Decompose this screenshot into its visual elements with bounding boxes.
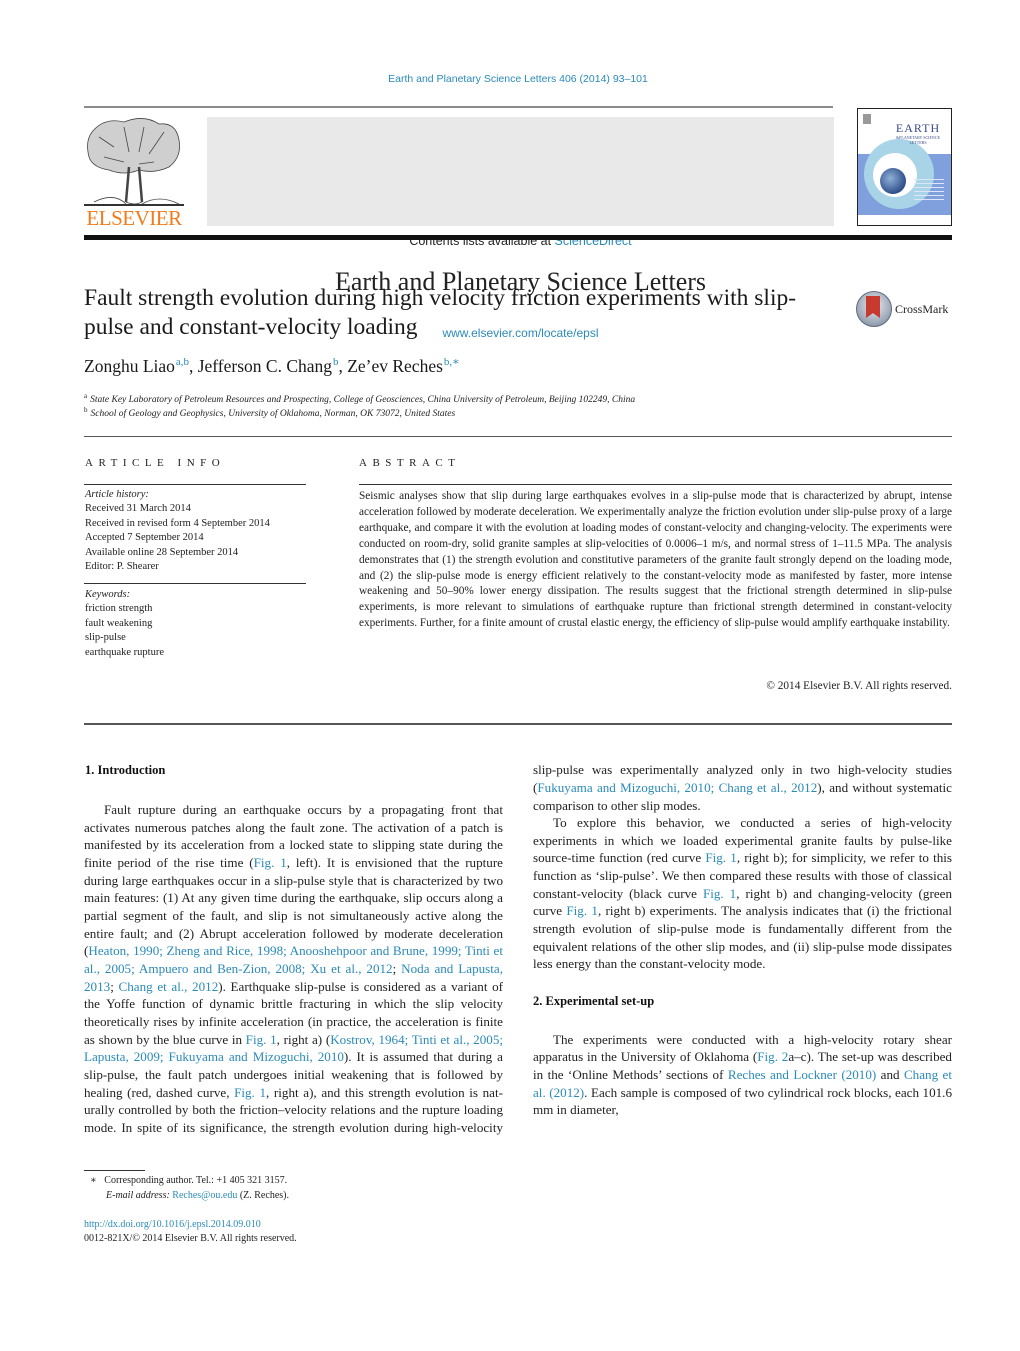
author-affil-sup[interactable]: b bbox=[333, 356, 339, 368]
keywords: Keywords: friction strength fault weaken… bbox=[85, 588, 164, 660]
article-info-rule bbox=[84, 484, 306, 485]
journal-header-box: Contents lists available at ScienceDirec… bbox=[207, 117, 834, 340]
section-heading-experimental-setup: 2. Experimental set-up bbox=[533, 993, 655, 1008]
intro-paragraph-2: To explore this behavior, we conducted a… bbox=[533, 814, 952, 973]
affiliation-rule bbox=[84, 436, 952, 437]
author-name[interactable]: Jefferson C. Chang bbox=[198, 356, 332, 376]
history-item: Editor: P. Shearer bbox=[85, 561, 159, 573]
body-text: and bbox=[876, 1066, 904, 1082]
abstract-text: Seismic analyses show that slip during l… bbox=[359, 490, 952, 630]
body-text: . Each sample is com­posed of two cylind… bbox=[533, 1084, 952, 1118]
history-item: Received 31 March 2014 bbox=[85, 503, 191, 515]
citation-link[interactable]: Fig. 1 bbox=[246, 1032, 277, 1047]
keyword: friction strength bbox=[85, 603, 153, 615]
history-item: Accepted 7 September 2014 bbox=[85, 532, 204, 544]
intro-paragraph-1: Fault rupture during an earthquake occur… bbox=[84, 801, 503, 1137]
globe-icon bbox=[880, 168, 906, 194]
citation-link[interactable]: Fig. 1 bbox=[705, 850, 736, 865]
abstract-copyright: © 2014 Elsevier B.V. All rights reserved… bbox=[766, 680, 952, 692]
author-affil-sup[interactable]: b,∗ bbox=[444, 356, 460, 368]
elsevier-wordmark: ELSEVIER bbox=[86, 206, 182, 230]
keywords-label: Keywords: bbox=[85, 589, 131, 600]
body-column-left: Fault rupture during an earthquake occur… bbox=[84, 801, 503, 1137]
body-text: , right a) ( bbox=[276, 1031, 331, 1047]
journal-cover-thumbnail[interactable]: EARTH &PLANETARY SCIENCE LETTERS bbox=[857, 108, 952, 226]
citation-link[interactable]: Fukuyama and Mizoguchi, 2010; Chang et a… bbox=[537, 780, 817, 795]
intro-paragraph-1-continued: Fault rupture during an earthquake occur… bbox=[533, 762, 952, 814]
keywords-rule bbox=[84, 583, 306, 584]
keyword: slip-pulse bbox=[85, 632, 126, 644]
body-column-right: Fault rupture during an earthquake occur… bbox=[533, 762, 952, 1242]
author-name[interactable]: Zonghu Liao bbox=[84, 356, 175, 376]
article-history: Article history: Received 31 March 2014 … bbox=[85, 488, 270, 574]
setup-paragraph-1: The experiments were conducted with a hi… bbox=[533, 1031, 952, 1119]
journal-reference[interactable]: Earth and Planetary Science Letters 406 … bbox=[0, 73, 1020, 85]
keyword: fault weakening bbox=[85, 617, 153, 629]
issn-copyright: 0012-821X/© 2014 Elsevier B.V. All right… bbox=[84, 1233, 297, 1244]
crossmark-button[interactable]: CrossMark bbox=[856, 291, 956, 329]
keyword: earthquake rupture bbox=[85, 646, 165, 658]
affiliation-b: b School of Geology and Geophysics, Unive… bbox=[84, 406, 456, 419]
citation-link[interactable]: Fig. 1 bbox=[234, 1085, 266, 1100]
cover-publisher-icon bbox=[863, 114, 871, 124]
citation-link[interactable]: Fig. 1 bbox=[703, 886, 736, 901]
history-item: Received in revised form 4 September 201… bbox=[85, 517, 270, 529]
history-label: Article history: bbox=[85, 489, 149, 500]
citation-link[interactable]: Fig. 1 bbox=[566, 903, 598, 918]
email-link[interactable]: Reches@ou.edu bbox=[172, 1190, 237, 1201]
corresponding-author-note: ∗ Corresponding author. Tel.: +1 405 321… bbox=[90, 1175, 288, 1186]
cover-subtitle: &PLANETARY SCIENCE LETTERS bbox=[896, 135, 940, 145]
email-note: E-mail address: Reches@ou.edu (Z. Reches… bbox=[106, 1190, 289, 1201]
cover-title: EARTH bbox=[895, 121, 941, 135]
article-info-heading: ARTICLE INFO bbox=[85, 457, 226, 469]
abstract-bottom-rule bbox=[84, 723, 952, 725]
citation-link[interactable]: Reches and Lockner (2010) bbox=[728, 1067, 876, 1082]
header-top-rule bbox=[84, 106, 833, 108]
affiliation-a: a State Key Laboratory of Petroleum Resou… bbox=[84, 392, 636, 405]
citation-link[interactable]: Chang et al., 2012 bbox=[118, 979, 218, 994]
abstract-rule bbox=[359, 484, 952, 485]
header-thick-rule bbox=[84, 235, 952, 240]
crossmark-label: CrossMark bbox=[895, 302, 949, 316]
citation-link[interactable]: Fig. 2 bbox=[757, 1049, 788, 1064]
citation-link[interactable]: Fig. 1 bbox=[254, 855, 287, 870]
doi-link[interactable]: http://dx.doi.org/10.1016/j.epsl.2014.09… bbox=[84, 1219, 261, 1230]
history-item: Available online 28 September 2014 bbox=[85, 546, 239, 558]
section-heading-introduction: 1. Introduction bbox=[85, 763, 166, 777]
author-affil-sup[interactable]: a,b bbox=[176, 356, 189, 368]
article-title: Fault strength evolution during high vel… bbox=[84, 285, 797, 340]
abstract-heading: ABSTRACT bbox=[359, 457, 461, 469]
body-text: ; bbox=[392, 960, 402, 976]
footnote-rule bbox=[84, 1170, 145, 1171]
author-name[interactable]: Ze’ev Reches bbox=[347, 356, 443, 376]
author-list: Zonghu Liao a,b, Jefferson C. Chang b, Z… bbox=[84, 356, 460, 376]
